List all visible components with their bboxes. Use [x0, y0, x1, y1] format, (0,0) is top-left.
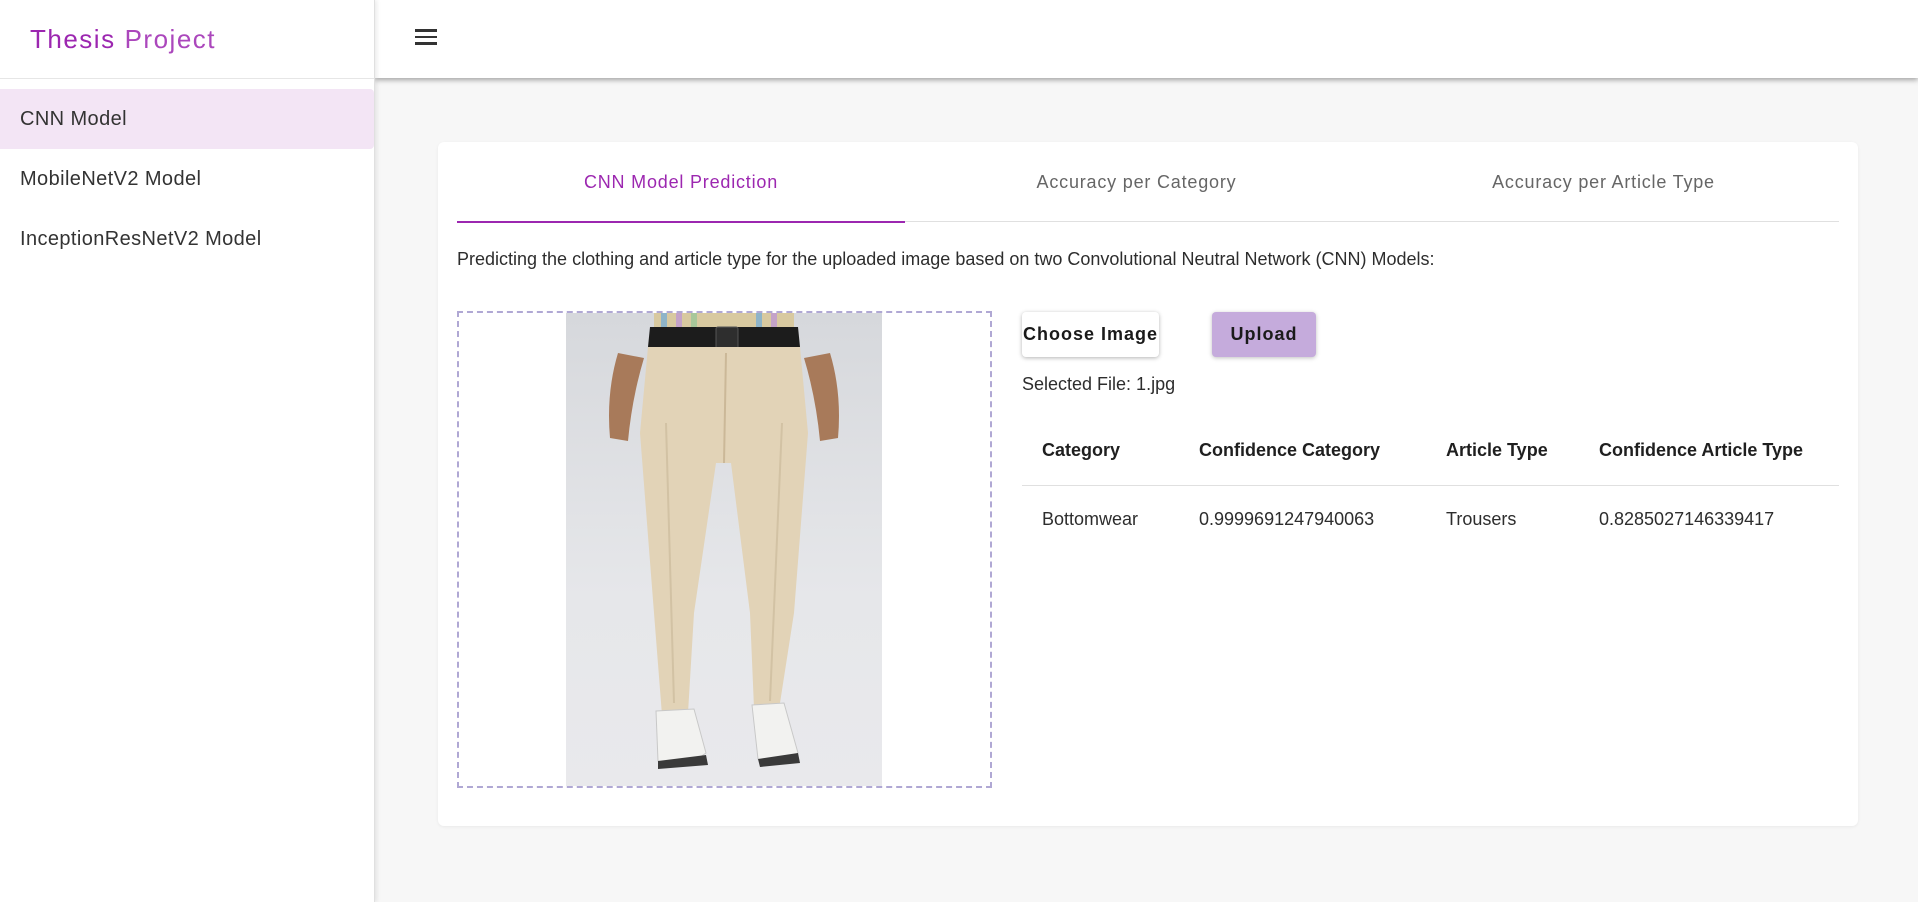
cell-confidence-category: 0.9999691247940063	[1199, 508, 1375, 529]
tab-cnn-model-prediction[interactable]: CNN Model Prediction	[457, 142, 905, 223]
sidebar-nav: CNN Model MobileNetV2 Model InceptionRes…	[0, 79, 374, 269]
sidebar-item-label: CNN Model	[20, 107, 127, 130]
selected-file-text: Selected File: 1.jpg	[1022, 374, 1176, 394]
image-dropzone[interactable]	[457, 311, 992, 788]
cell-category: Bottomwear	[1042, 508, 1139, 529]
tab-bar: CNN Model Prediction Accuracy per Catego…	[457, 142, 1839, 223]
choose-image-button[interactable]: Choose Image	[1022, 312, 1159, 357]
cell-article-type: Trousers	[1446, 508, 1517, 529]
cell-confidence-article-type: 0.8285027146339417	[1599, 508, 1775, 529]
tab-accuracy-per-category[interactable]: Accuracy per Category	[905, 142, 1368, 222]
column-header-confidence-article-type: Confidence Article Type	[1579, 417, 1839, 486]
sidebar-item-mobilenetv2-model[interactable]: MobileNetV2 Model	[0, 149, 374, 209]
prediction-results-table: Category Confidence Category Article Typ…	[1022, 417, 1839, 553]
sidebar-item-label: MobileNetV2 Model	[20, 167, 202, 190]
prediction-card: CNN Model Prediction Accuracy per Catego…	[438, 142, 1858, 826]
sidebar-item-label: InceptionResNetV2 Model	[20, 227, 262, 250]
tab-accuracy-per-article-type[interactable]: Accuracy per Article Type	[1368, 142, 1839, 222]
top-app-bar	[375, 0, 1918, 78]
sidebar: Thesis Project CNN Model MobileNetV2 Mod…	[0, 0, 375, 902]
app-title-word-2: Project	[124, 23, 216, 54]
trousers-product-photo	[609, 313, 839, 769]
app-title-word-1: Thesis	[30, 23, 116, 54]
uploaded-image-preview	[566, 313, 882, 786]
menu-icon[interactable]	[413, 25, 439, 51]
description-text: Predicting the clothing and article type…	[457, 249, 1435, 269]
app-title: Thesis Project	[0, 0, 374, 79]
table-header-row: Category Confidence Category Article Typ…	[1022, 417, 1839, 486]
sidebar-item-inceptionresnetv2-model[interactable]: InceptionResNetV2 Model	[0, 209, 374, 269]
column-header-category: Category	[1022, 417, 1179, 486]
column-header-confidence-category: Confidence Category	[1179, 417, 1426, 486]
column-header-article-type: Article Type	[1426, 417, 1579, 486]
upload-button[interactable]: Upload	[1212, 312, 1316, 357]
table-row: Bottomwear 0.9999691247940063 Trousers 0…	[1022, 485, 1839, 553]
sidebar-item-cnn-model[interactable]: CNN Model	[0, 89, 374, 149]
